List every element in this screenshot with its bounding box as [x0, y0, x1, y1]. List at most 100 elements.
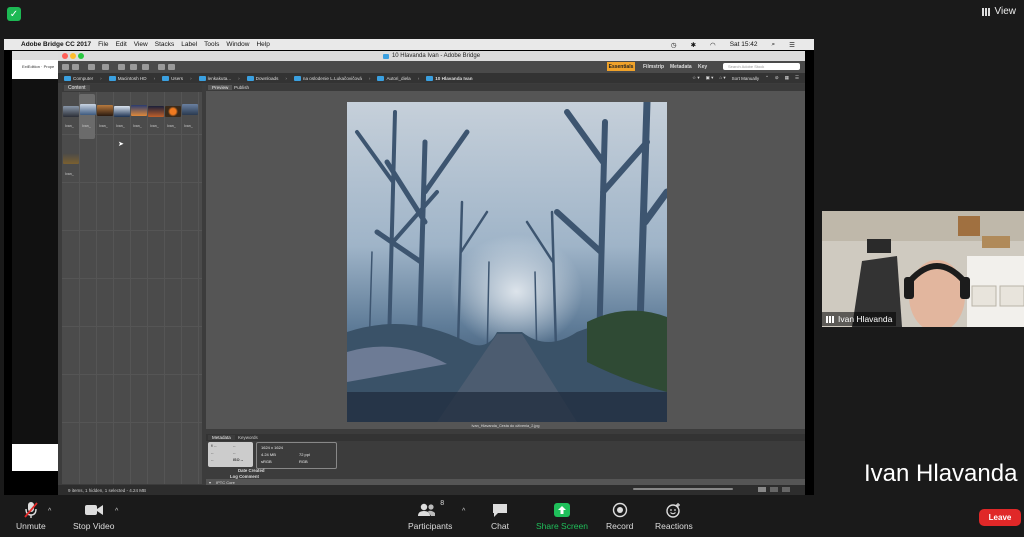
thumbnail[interactable]	[182, 104, 198, 115]
star-filter-icon[interactable]: ☆ ▾	[692, 75, 700, 81]
thumbnail[interactable]	[97, 105, 113, 116]
path-crumb-osl[interactable]: na oslodenie L.Lukačovičová	[293, 75, 362, 81]
menubar-app-name[interactable]: Adobe Bridge CC 2017	[21, 41, 91, 48]
participant-name: Ivan Hlavanda	[838, 314, 893, 324]
metadata-tabs: Metadata Keywords	[206, 434, 805, 441]
forward-icon[interactable]	[72, 64, 79, 70]
folder-icon	[293, 75, 301, 81]
workspace-filmstrip[interactable]: Filmstrip	[643, 62, 664, 71]
search-stock-input[interactable]: Search Adobe Stock	[723, 63, 800, 70]
foggy-forest-path-photo	[347, 102, 667, 422]
menu-view[interactable]: View	[134, 41, 148, 48]
participant-video-tile[interactable]: Ivan Hlavanda	[822, 211, 1024, 327]
path-label: Downloads	[255, 75, 279, 81]
folder-icon	[246, 75, 254, 81]
camera-download-icon[interactable]	[118, 64, 125, 70]
thumb-label: Ivan_	[99, 124, 108, 128]
tab-publish[interactable]: Publish	[234, 85, 249, 90]
fstop-value: f/ --	[211, 444, 217, 448]
stop-video-button[interactable]: Stop Video	[73, 500, 114, 531]
share-screen-button[interactable]: Share Screen	[536, 500, 588, 531]
thumbnail[interactable]	[63, 153, 79, 164]
record-button[interactable]: Record	[606, 500, 633, 531]
tab-preview[interactable]: Preview	[208, 85, 233, 90]
reactions-button[interactable]: Reactions	[655, 500, 693, 531]
close-window-icon[interactable]	[62, 53, 68, 59]
grid-view-toggle-icon[interactable]	[758, 487, 766, 492]
preview-photo	[347, 102, 667, 422]
bridge-titlebar: 10 Hlavanda Ivan - Adobe Bridge	[58, 51, 805, 61]
thumbnail[interactable]	[114, 106, 130, 117]
detail-view-toggle-icon[interactable]	[770, 487, 778, 492]
audio-options-caret-icon[interactable]: ^	[48, 508, 51, 515]
menu-file[interactable]: File	[98, 41, 108, 48]
view-button[interactable]: View	[981, 6, 1016, 17]
path-crumb-disk[interactable]: Macintosh HD	[108, 75, 147, 81]
path-crumb-users[interactable]: Users	[162, 75, 184, 81]
recycle-icon[interactable]: ⊘	[775, 75, 779, 81]
thumb-label: Ivan_	[167, 124, 176, 128]
back-icon[interactable]	[62, 64, 69, 70]
colorprofile-value: sRGB	[261, 459, 272, 464]
unmute-button[interactable]: Unmute	[16, 500, 46, 531]
thumbnail-size-slider[interactable]	[633, 488, 733, 490]
rotate-left-icon[interactable]	[158, 64, 165, 70]
tab-keywords[interactable]: Keywords	[238, 435, 258, 440]
sort-dropdown[interactable]: Sort Manually	[732, 76, 760, 81]
list-view-toggle-icon[interactable]	[782, 487, 790, 492]
mouse-cursor: ➤	[118, 141, 124, 148]
refine-icon[interactable]	[130, 64, 137, 70]
participants-caret-icon[interactable]: ^	[462, 508, 465, 515]
recent-folder-icon[interactable]	[88, 64, 95, 70]
thumbnail-selected[interactable]	[80, 104, 96, 115]
filter-icon[interactable]: ⌂ ▾	[719, 75, 725, 81]
path-label: Users	[171, 75, 184, 81]
path-crumb-computer[interactable]: Computer	[64, 75, 93, 81]
participants-button[interactable]: 8 Participants	[408, 500, 452, 531]
grid-view-icon[interactable]: ▦	[785, 75, 789, 81]
leave-button[interactable]: Leave	[979, 509, 1021, 526]
menu-edit[interactable]: Edit	[116, 41, 127, 48]
new-folder-icon[interactable]: ▣ ▾	[706, 75, 714, 81]
control-center-icon[interactable]: ☰	[789, 41, 795, 49]
path-label: Macintosh HD	[117, 75, 147, 81]
chat-button[interactable]: Chat	[491, 500, 509, 531]
security-shield-icon[interactable]: ✓	[7, 7, 21, 21]
thumbnail[interactable]	[131, 105, 147, 116]
thumbnail[interactable]	[63, 106, 79, 117]
menu-help[interactable]: Help	[256, 41, 269, 48]
video-options-caret-icon[interactable]: ^	[115, 508, 118, 515]
content-tab[interactable]: Content	[64, 85, 90, 91]
minimize-window-icon[interactable]	[70, 53, 76, 59]
thumb-label: Ivan_	[65, 124, 74, 128]
video-camera-icon	[84, 500, 104, 519]
time-machine-icon[interactable]: ◷	[671, 41, 677, 49]
menu-window[interactable]: Window	[226, 41, 249, 48]
workspace-metadata[interactable]: Metadata	[670, 62, 692, 71]
wifi-icon[interactable]: ◠	[710, 41, 716, 49]
chat-label: Chat	[491, 521, 509, 531]
path-crumb-home[interactable]: lenkakuta...	[198, 75, 231, 81]
list-view-icon[interactable]: ☰	[795, 75, 799, 81]
menu-label[interactable]: Label	[181, 41, 197, 48]
stop-video-label: Stop Video	[73, 521, 115, 531]
menu-tools[interactable]: Tools	[204, 41, 219, 48]
bridge-window: 10 Hlavanda Ivan - Adobe Bridge Essentia…	[58, 51, 805, 495]
menubar-clock[interactable]: Sat 15:42	[730, 41, 758, 48]
sort-direction-icon[interactable]: ⌃	[765, 75, 769, 81]
menu-stacks[interactable]: Stacks	[155, 41, 175, 48]
photoshop-icon[interactable]	[142, 64, 149, 70]
bluetooth-icon[interactable]: ✱	[691, 41, 696, 49]
spotlight-icon[interactable]: ⌕	[772, 41, 776, 49]
tab-metadata[interactable]: Metadata	[208, 435, 235, 440]
rotate-right-icon[interactable]	[168, 64, 175, 70]
thumbnail[interactable]	[148, 106, 164, 117]
workspace-essentials[interactable]: Essentials	[607, 62, 635, 71]
workspace-key[interactable]: Key	[698, 62, 707, 71]
path-crumb-downloads[interactable]: Downloads	[246, 75, 279, 81]
zoom-window-icon[interactable]	[78, 53, 84, 59]
boomerang-icon[interactable]	[102, 64, 109, 70]
share-screen-icon	[553, 500, 571, 519]
thumbnail[interactable]	[165, 106, 181, 117]
path-crumb-autori[interactable]: Autori_diela	[377, 75, 411, 81]
